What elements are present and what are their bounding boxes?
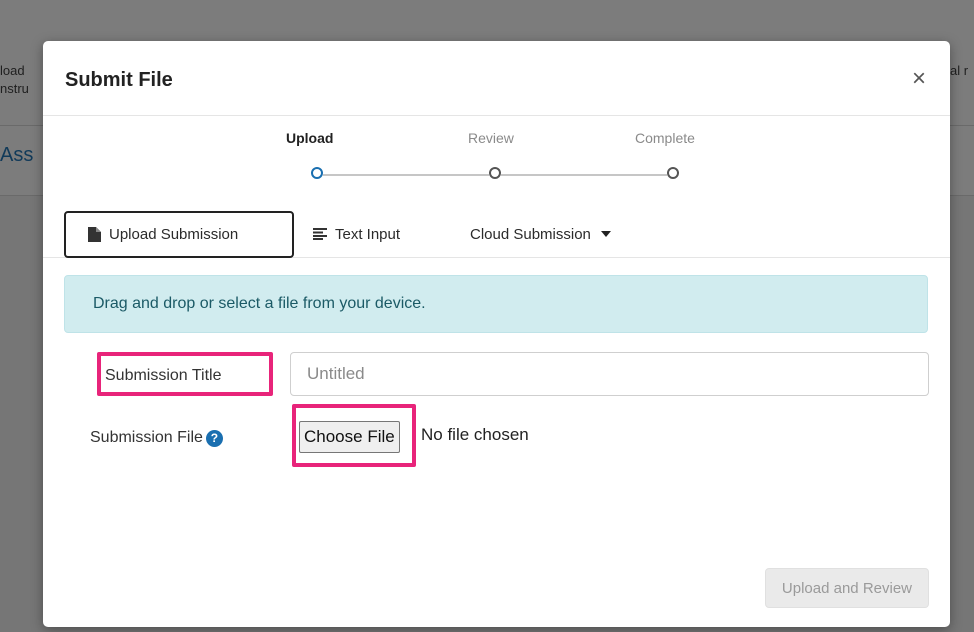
help-icon[interactable]: ? — [205, 429, 223, 447]
step-dot-review — [489, 167, 501, 179]
step-dot-complete — [667, 167, 679, 179]
submission-file-label: Submission File ? — [90, 429, 223, 447]
no-file-chosen-text: No file chosen — [421, 425, 529, 444]
highlight-box — [97, 352, 273, 396]
tab-upload-submission[interactable]: Upload Submission — [64, 211, 294, 258]
file-icon — [88, 227, 101, 242]
align-left-icon — [313, 228, 327, 240]
drag-drop-alert: Drag and drop or select a file from your… — [64, 275, 928, 333]
step-connector — [323, 174, 489, 176]
step-label-review: Review — [468, 130, 514, 146]
caret-down-icon — [600, 231, 611, 237]
alert-text: Drag and drop or select a file from your… — [93, 295, 426, 312]
tab-label: Cloud Submission — [470, 225, 591, 243]
tab-label: Upload Submission — [109, 226, 239, 243]
upload-and-review-button[interactable]: Upload and Review — [764, 568, 929, 608]
submit-file-modal: Submit File × Upload Review Complete Upl… — [43, 41, 950, 627]
step-connector — [501, 174, 667, 176]
highlight-box — [292, 404, 416, 467]
background-text: nstru — [0, 81, 29, 96]
tab-label: Text Input — [335, 225, 401, 243]
modal-title: Submit File — [65, 69, 173, 91]
step-dot-upload — [311, 167, 323, 179]
submission-tabs: Upload Submission Text Input Cloud Submi… — [43, 211, 950, 258]
step-label-upload: Upload — [286, 130, 334, 146]
tab-text-input[interactable]: Text Input — [313, 211, 400, 257]
close-button[interactable]: × — [912, 67, 926, 91]
submission-title-input[interactable] — [290, 352, 929, 396]
background-heading: Ass — [0, 144, 34, 166]
step-label-complete: Complete — [635, 130, 695, 146]
background-text: load — [0, 63, 25, 78]
modal-header: Submit File × — [43, 41, 950, 116]
progress-stepper: Upload Review Complete — [43, 116, 950, 206]
background-text: al r — [950, 63, 969, 78]
tab-cloud-submission[interactable]: Cloud Submission — [470, 211, 611, 257]
